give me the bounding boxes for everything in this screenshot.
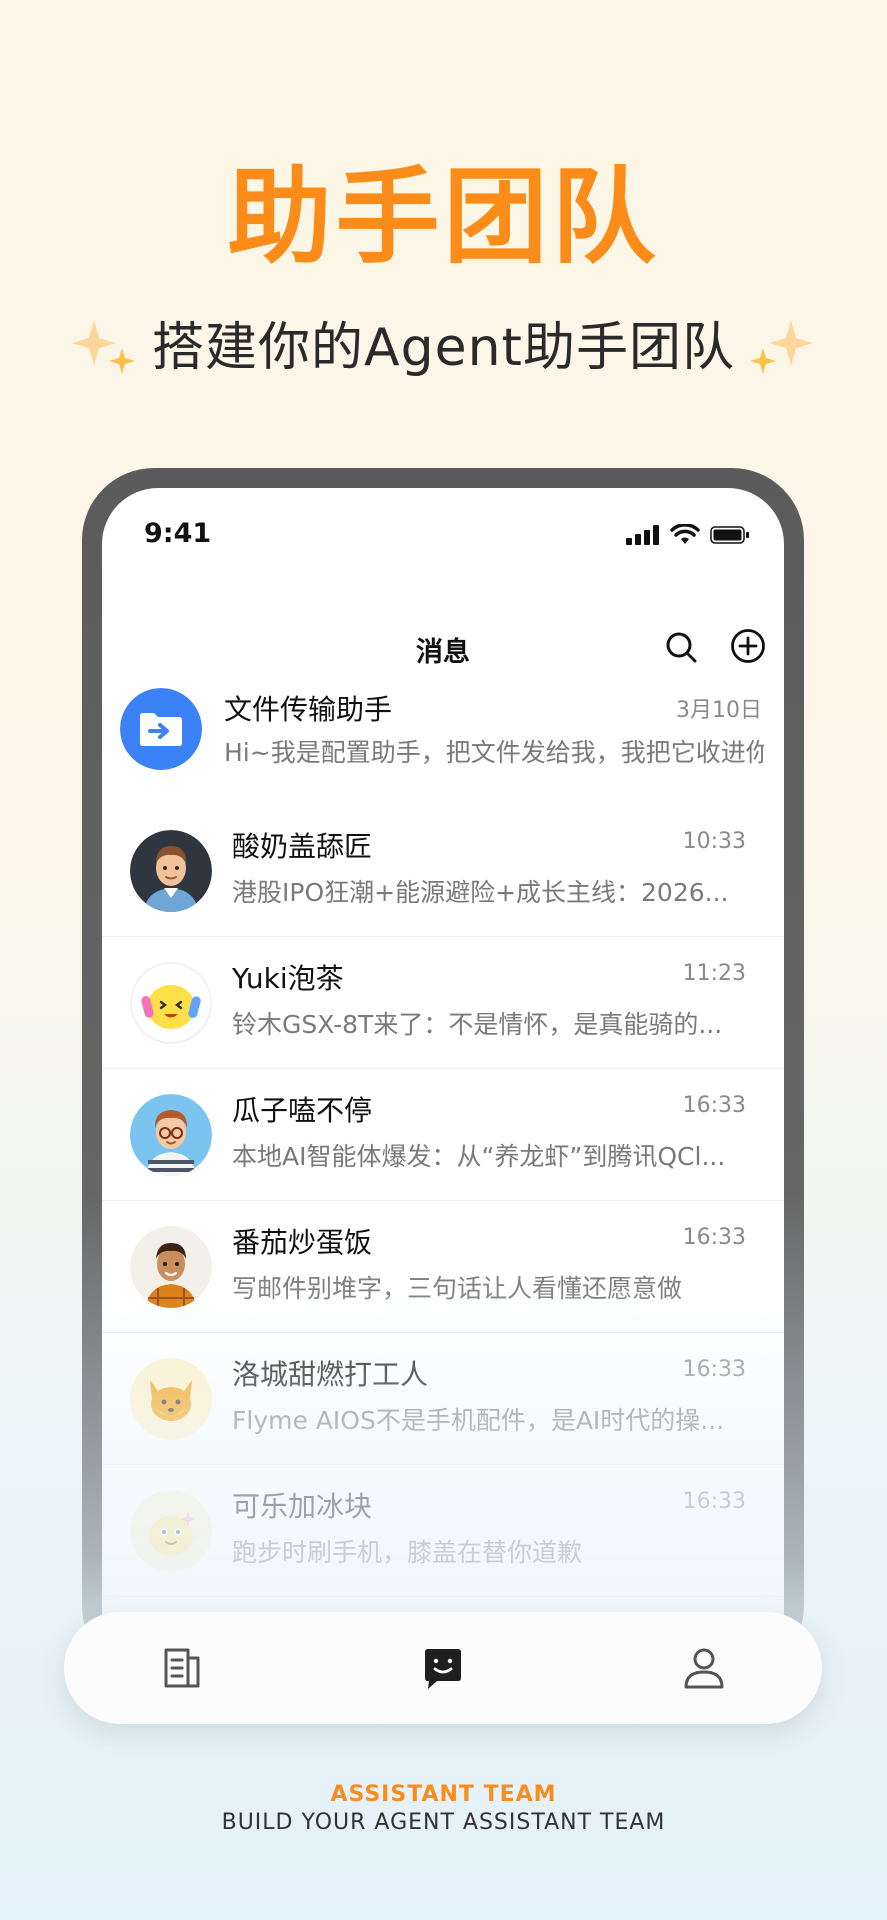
message-time: 16:33 bbox=[682, 1489, 746, 1514]
glasses-boy-avatar bbox=[130, 1094, 212, 1176]
list-item[interactable]: 文件传输助手 3月10日 Hi~我是配置助手，把文件发给我，我把它收进你... bbox=[102, 688, 784, 798]
boy-avatar bbox=[130, 1226, 212, 1308]
phone-frame: 9:41 消息 文件传输助手 3月10日 Hi~我是配置助手，把文件发给我，我把… bbox=[82, 468, 804, 1678]
message-list: 文件传输助手 3月10日 Hi~我是配置助手，把文件发给我，我把它收进你... … bbox=[102, 688, 784, 1597]
message-preview: 跑步时刷手机，膝盖在替你道歉 bbox=[232, 1538, 583, 1567]
contact-name: 瓜子嗑不停 bbox=[232, 1094, 373, 1127]
message-preview: Flyme AIOS不是手机配件，是AI时代的操... bbox=[232, 1406, 725, 1435]
folder-icon bbox=[120, 688, 202, 770]
status-bar: 9:41 bbox=[102, 518, 784, 558]
message-time: 11:23 bbox=[682, 961, 746, 986]
chat-icon[interactable] bbox=[419, 1644, 467, 1692]
footer-title: ASSISTANT TEAM bbox=[330, 1782, 557, 1807]
message-time: 3月10日 bbox=[676, 698, 762, 723]
list-item[interactable]: 番茄炒蛋饭 16:33 写邮件别堆字，三句话让人看懂还愿意做 bbox=[102, 1201, 784, 1333]
message-preview: Hi~我是配置助手，把文件发给我，我把它收进你... bbox=[224, 738, 764, 767]
list-item[interactable]: 瓜子嗑不停 16:33 本地AI智能体爆发：从“养龙虾”到腾讯QCl... bbox=[102, 1069, 784, 1201]
profile-icon[interactable] bbox=[680, 1644, 728, 1692]
list-item[interactable]: Yuki泡茶 11:23 铃木GSX-8T来了：不是情怀，是真能骑的... bbox=[102, 937, 784, 1069]
message-time: 16:33 bbox=[682, 1225, 746, 1250]
nav-bar: 消息 bbox=[102, 618, 784, 678]
fox-avatar bbox=[130, 1358, 212, 1440]
list-item[interactable]: 洛城甜燃打工人 16:33 Flyme AIOS不是手机配件，是AI时代的操..… bbox=[102, 1333, 784, 1465]
add-circle-icon[interactable] bbox=[730, 628, 766, 664]
phone-screen: 9:41 消息 文件传输助手 3月10日 Hi~我是配置助手，把文件发给我，我把… bbox=[102, 488, 784, 1678]
message-preview: 本地AI智能体爆发：从“养龙虾”到腾讯QCl... bbox=[232, 1142, 726, 1171]
message-time: 10:33 bbox=[682, 829, 746, 854]
sparkle-right-icon bbox=[750, 320, 813, 374]
wifi-icon bbox=[670, 524, 700, 544]
list-item[interactable]: 酸奶盖舔匠 10:33 港股IPO狂潮+能源避险+成长主线：2026... bbox=[102, 805, 784, 937]
message-preview: 港股IPO狂潮+能源避险+成长主线：2026... bbox=[232, 878, 729, 907]
list-item[interactable]: 可乐加冰块 16:33 跑步时刷手机，膝盖在替你道歉 bbox=[102, 1465, 784, 1597]
contacts-icon[interactable] bbox=[158, 1644, 206, 1692]
signal-icon bbox=[626, 525, 659, 545]
message-preview: 写邮件别堆字，三句话让人看懂还愿意做 bbox=[232, 1274, 683, 1303]
smiley-avatar bbox=[130, 962, 212, 1044]
contact-name: 文件传输助手 bbox=[224, 693, 393, 726]
message-time: 16:33 bbox=[682, 1093, 746, 1118]
man-avatar bbox=[130, 830, 212, 912]
contact-name: 洛城甜燃打工人 bbox=[232, 1358, 429, 1391]
battery-icon bbox=[710, 526, 749, 544]
message-time: 16:33 bbox=[682, 1357, 746, 1382]
message-preview: 铃木GSX-8T来了：不是情怀，是真能骑的... bbox=[232, 1010, 723, 1039]
blob-avatar bbox=[130, 1490, 212, 1572]
status-time: 9:41 bbox=[144, 518, 212, 549]
status-icons bbox=[626, 524, 750, 546]
footer-subtitle: BUILD YOUR AGENT ASSISTANT TEAM bbox=[221, 1810, 666, 1835]
tab-bar bbox=[64, 1612, 822, 1724]
hero-title: 助手团队 bbox=[227, 156, 660, 278]
contact-name: 番茄炒蛋饭 bbox=[232, 1226, 373, 1259]
search-icon[interactable] bbox=[664, 630, 698, 664]
contact-name: 可乐加冰块 bbox=[232, 1490, 373, 1523]
contact-name: Yuki泡茶 bbox=[232, 962, 344, 995]
contact-name: 酸奶盖舔匠 bbox=[232, 830, 373, 863]
